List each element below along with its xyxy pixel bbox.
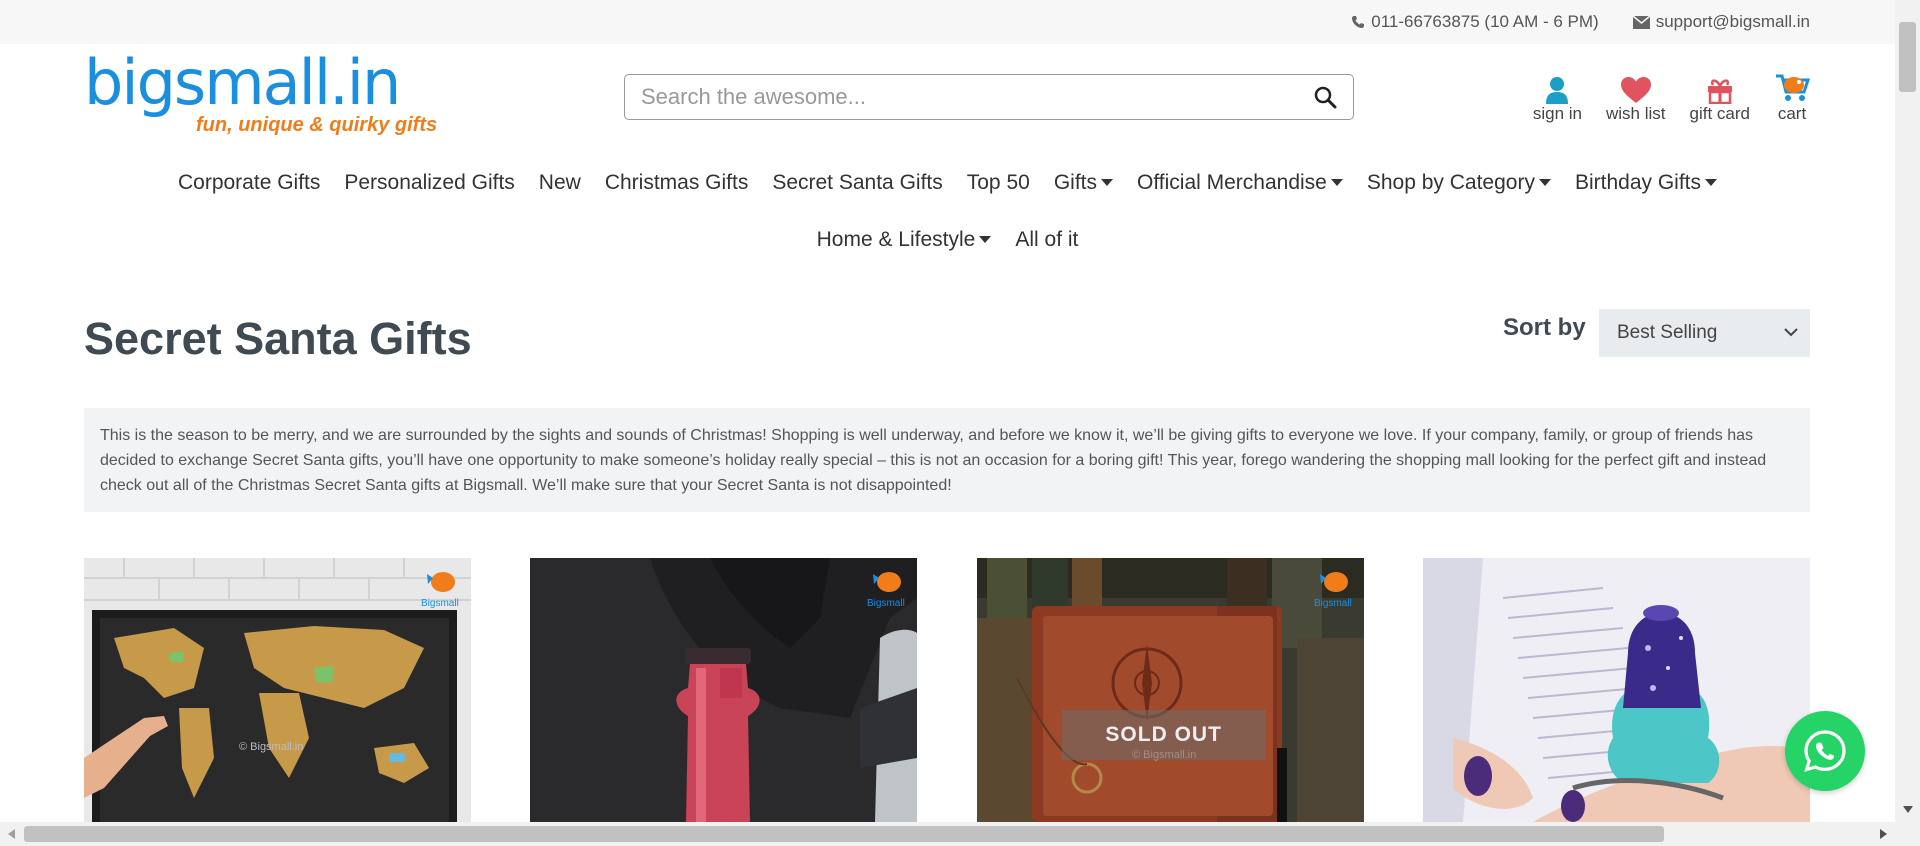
sort-label: Sort by: [1503, 314, 1586, 341]
horizontal-scrollbar[interactable]: [0, 822, 1920, 846]
vertical-scroll-thumb[interactable]: [1899, 22, 1916, 92]
svg-text:Bigsmall: Bigsmall: [1314, 598, 1352, 609]
contact-bar: 011-66763875 (10 AM - 6 PM) support@bigs…: [0, 0, 1895, 44]
collection-description: This is the season to be merry, and we a…: [84, 408, 1810, 512]
nav-label: Christmas Gifts: [604, 170, 749, 194]
product-image-scratch-world-map: © Bigsmall.in: [84, 558, 471, 822]
nav-label: All of it: [1015, 227, 1079, 251]
search-box: [624, 74, 1354, 120]
cart-button[interactable]: cart: [1774, 68, 1810, 124]
caret-down-icon: [1538, 179, 1551, 186]
nav-new[interactable]: New: [527, 154, 593, 211]
svg-text:Bigsmall: Bigsmall: [421, 598, 459, 609]
email-contact[interactable]: support@bigsmall.in: [1632, 12, 1810, 32]
product-image-pink-bottle: [530, 558, 918, 822]
nav-label: Shop by Category: [1366, 170, 1535, 194]
nav-gifts-dropdown[interactable]: Gifts: [1042, 154, 1125, 211]
bigsmall-mascot-icon: Bigsmall: [1314, 572, 1352, 609]
nav-label: Gifts: [1053, 170, 1097, 194]
svg-text:© Bigsmall.in: © Bigsmall.in: [239, 741, 303, 753]
scroll-left-arrow-icon[interactable]: [7, 829, 15, 839]
sign-in-button[interactable]: sign in: [1533, 68, 1582, 124]
scroll-down-arrow-icon[interactable]: [1903, 806, 1913, 814]
whatsapp-icon: [1804, 730, 1846, 772]
caret-down-icon: [1330, 179, 1343, 186]
nav-label: Official Merchandise: [1136, 170, 1327, 194]
sort-selected-value: Best Selling: [1617, 322, 1718, 343]
page: 011-66763875 (10 AM - 6 PM) support@bigs…: [0, 0, 1895, 822]
main-nav: Corporate Gifts Personalized Gifts New C…: [0, 154, 1895, 268]
phone-number: 011-66763875 (10 AM - 6 PM): [1371, 12, 1599, 31]
nav-label: New: [538, 170, 581, 194]
gift-icon: [1707, 79, 1732, 104]
sign-in-label: sign in: [1532, 104, 1582, 123]
caret-down-icon: [1705, 179, 1718, 186]
chevron-down-icon: [1784, 328, 1798, 337]
product-card[interactable]: © Bigsmall.in Bigsmall: [84, 558, 471, 822]
horizontal-scroll-thumb[interactable]: [24, 826, 1664, 842]
wish-list-button[interactable]: wish list: [1606, 68, 1666, 124]
email-address: support@bigsmall.in: [1655, 12, 1810, 31]
cart-icon: [1776, 74, 1810, 101]
gift-card-button[interactable]: gift card: [1690, 68, 1750, 124]
caret-down-icon: [979, 236, 992, 243]
product-image-leather-journal: © Bigsmall.in: [976, 558, 1364, 822]
phone-icon: [1352, 16, 1365, 28]
nav-christmas-gifts[interactable]: Christmas Gifts: [593, 154, 761, 211]
nav-label: Personalized Gifts: [344, 170, 515, 194]
nav-corporate-gifts[interactable]: Corporate Gifts: [166, 154, 332, 211]
nav-all-of-it[interactable]: All of it: [1003, 211, 1090, 268]
product-card[interactable]: [1422, 558, 1810, 822]
nav-label: Top 50: [966, 170, 1030, 194]
svg-text:Bigsmall: Bigsmall: [867, 598, 905, 609]
heart-icon: [1620, 77, 1651, 103]
logo-wordmark: bigsmall.in: [84, 46, 401, 119]
cart-label: cart: [1777, 104, 1807, 123]
product-card[interactable]: Bigsmall: [530, 558, 918, 822]
search-icon[interactable]: [1313, 85, 1337, 109]
bigsmall-mascot-icon: Bigsmall: [421, 572, 459, 609]
nav-home-lifestyle-dropdown[interactable]: Home & Lifestyle: [805, 211, 1004, 268]
caret-down-icon: [1100, 179, 1113, 186]
page-title: Secret Santa Gifts: [84, 313, 472, 364]
gift-card-label: gift card: [1689, 104, 1750, 123]
nav-shop-by-category-dropdown[interactable]: Shop by Category: [1355, 154, 1563, 211]
user-icon: [1546, 77, 1569, 104]
site-header: bigsmall.in fun, unique & quirky gifts s…: [0, 44, 1895, 154]
nav-secret-santa-gifts[interactable]: Secret Santa Gifts: [760, 154, 954, 211]
nav-official-merchandise-dropdown[interactable]: Official Merchandise: [1125, 154, 1355, 211]
site-logo[interactable]: bigsmall.in fun, unique & quirky gifts: [84, 46, 437, 137]
bigsmall-mascot-icon: Bigsmall: [867, 572, 905, 609]
vertical-scrollbar[interactable]: [1895, 0, 1920, 822]
phone-contact[interactable]: 011-66763875 (10 AM - 6 PM): [1351, 12, 1599, 32]
scroll-right-arrow-icon[interactable]: [1880, 829, 1888, 839]
logo-tagline: fun, unique & quirky gifts: [196, 114, 438, 136]
product-card[interactable]: © Bigsmall.in SOLD OUT Bigsmall: [976, 558, 1364, 822]
nav-label: Home & Lifestyle: [816, 227, 976, 251]
sold-out-badge: SOLD OUT: [1061, 710, 1266, 760]
product-grid: © Bigsmall.in Bigsmall Bigsmall SOLD OUT…: [84, 558, 1810, 822]
whatsapp-chat-button[interactable]: [1785, 711, 1865, 791]
nav-label: Birthday Gifts: [1574, 170, 1702, 194]
collection-header: Secret Santa Gifts Sort by Best Selling: [0, 268, 1895, 398]
search-input[interactable]: [641, 84, 1313, 110]
mail-icon: [1632, 15, 1650, 29]
header-actions: sign in wish list gift card cart: [1509, 68, 1810, 124]
nav-top-50[interactable]: Top 50: [955, 154, 1042, 211]
wish-list-label: wish list: [1606, 104, 1666, 123]
product-image-glitter-ring-holder: [1422, 558, 1810, 822]
nav-label: Secret Santa Gifts: [772, 170, 943, 194]
sort-select[interactable]: Best Selling: [1599, 309, 1810, 357]
nav-personalized-gifts[interactable]: Personalized Gifts: [332, 154, 526, 211]
nav-birthday-gifts-dropdown[interactable]: Birthday Gifts: [1563, 154, 1729, 211]
nav-label: Corporate Gifts: [177, 170, 321, 194]
